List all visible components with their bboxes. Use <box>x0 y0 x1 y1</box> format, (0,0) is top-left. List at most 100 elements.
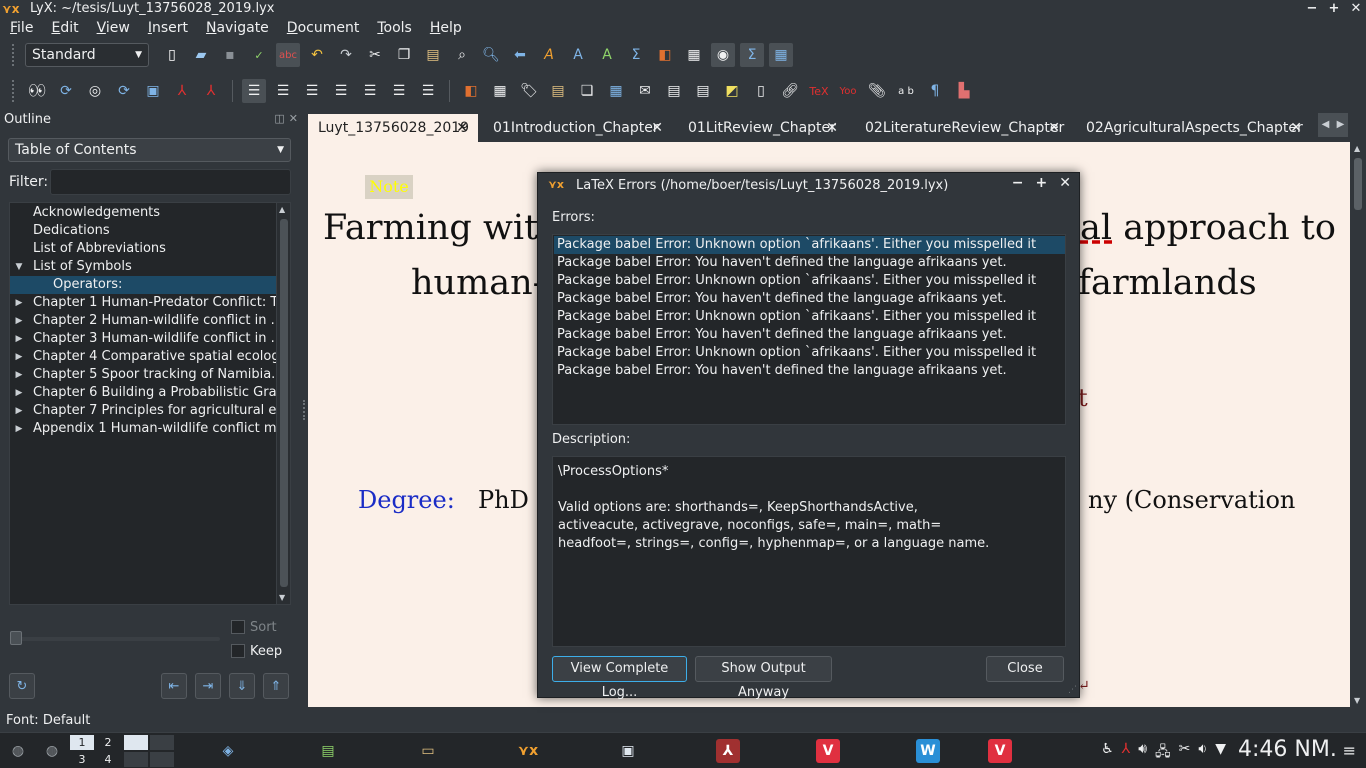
collapsed-arrow-icon[interactable]: ▶ <box>14 402 24 420</box>
view-master-icon[interactable]: ◎ <box>83 79 107 103</box>
text-style-icon[interactable]: A <box>595 43 619 67</box>
error-item[interactable]: Package babel Error: You haven't defined… <box>554 326 1065 344</box>
save-icon[interactable]: ▪ <box>218 43 242 67</box>
toggle-math-toolbar-icon[interactable]: Σ <box>740 43 764 67</box>
tree-item-chapter-4[interactable]: ▶ Chapter 4 Comparative spatial ecolog... <box>10 348 276 366</box>
note-icon[interactable]: ◩ <box>720 79 744 103</box>
globe-icon[interactable]: ◍ <box>40 739 64 763</box>
expanded-arrow-icon[interactable]: ▼ <box>14 258 24 276</box>
lyx-task-icon[interactable]: ⋎x <box>516 739 540 763</box>
menu-navigate[interactable]: Navigate <box>206 20 269 36</box>
close-tab-icon[interactable]: ✕ <box>826 114 838 142</box>
layout-combo[interactable]: Standard ▼ <box>25 43 149 67</box>
tab-scroll-left-icon[interactable]: ◀ <box>1318 113 1333 137</box>
maximize-icon[interactable]: + <box>1328 0 1340 18</box>
accessibility-icon[interactable]: ♿︎ <box>1101 741 1114 765</box>
tab-luyt-main[interactable]: Luyt_13756028_2019 ✕ <box>308 114 478 142</box>
scroll-up-icon[interactable]: ▲ <box>1354 144 1360 153</box>
minimize-icon[interactable]: − <box>1306 0 1318 18</box>
tree-item-symbols[interactable]: ▼ List of Symbols <box>10 258 276 276</box>
filter-input[interactable] <box>50 169 291 195</box>
citation-icon[interactable]: ❏ <box>575 79 599 103</box>
label-tag-icon[interactable]: 🏷︎ <box>517 79 541 103</box>
cut-icon[interactable]: ✂ <box>363 43 387 67</box>
chevron-down-icon[interactable]: ▼ <box>1215 741 1226 765</box>
tab-litreview[interactable]: 01LitReview_Chapter ✕ <box>678 114 848 142</box>
vivaldi-icon-2[interactable]: V <box>988 739 1012 763</box>
scroll-down-icon[interactable]: ▼ <box>1354 696 1360 705</box>
noun-icon[interactable]: A <box>566 43 590 67</box>
close-button[interactable]: Close <box>986 656 1064 682</box>
error-item[interactable]: Package babel Error: You haven't defined… <box>554 362 1065 380</box>
description-text-area[interactable]: \ProcessOptions* Valid options are: shor… <box>552 456 1066 647</box>
align-left-icon[interactable]: ☰ <box>242 79 266 103</box>
bookmark-icon[interactable]: ▙ <box>952 79 976 103</box>
find-replace-icon[interactable]: ⌕ <box>450 43 474 67</box>
app-launcher-icon[interactable]: ◍ <box>6 739 30 763</box>
desktop-2[interactable]: 2 <box>96 735 120 750</box>
move-down-icon[interactable]: ⇓ <box>229 673 255 699</box>
hamburger-menu-icon[interactable]: ≡ <box>1343 741 1356 760</box>
book-icon[interactable]: ▤ <box>316 739 340 763</box>
software-center-icon[interactable]: ◈ <box>216 739 240 763</box>
scroll-down-icon[interactable]: ▼ <box>279 593 285 602</box>
collapsed-arrow-icon[interactable]: ▶ <box>14 420 24 438</box>
emphasis-icon[interactable]: A <box>537 43 561 67</box>
float-panel-icon[interactable]: ◫ <box>274 112 284 125</box>
menu-file[interactable]: File <box>10 20 33 36</box>
document-viewer-icon[interactable]: ▣ <box>616 739 640 763</box>
export-icon[interactable]: ▣ <box>141 79 165 103</box>
clock[interactable]: 4:46 NM. <box>1238 737 1337 762</box>
scrollbar-thumb[interactable] <box>280 219 288 587</box>
desktop-1[interactable]: 1 <box>70 735 94 750</box>
desktop-3[interactable]: 3 <box>70 752 94 767</box>
tree-item-acknowledgements[interactable]: Acknowledgements <box>10 204 276 222</box>
depth-slider-handle[interactable] <box>10 631 22 645</box>
vivaldi-icon[interactable]: V <box>816 739 840 763</box>
open-folder-icon[interactable]: ▰ <box>189 43 213 67</box>
file-manager-icon[interactable]: ▭ <box>416 739 440 763</box>
minimize-icon[interactable]: − <box>1012 175 1024 191</box>
menu-help[interactable]: Help <box>430 20 462 36</box>
toggle-table-toolbar-icon[interactable]: ▦ <box>769 43 793 67</box>
marginal-note-icon[interactable]: ▤ <box>691 79 715 103</box>
tex-inline-icon[interactable]: Yoo <box>836 79 860 103</box>
collapsed-arrow-icon[interactable]: ▶ <box>14 330 24 348</box>
tree-item-dedications[interactable]: Dedications <box>10 222 276 240</box>
virtual-desktop-pager[interactable]: 1 2 3 4 <box>70 735 174 767</box>
toolbar-grip-2[interactable] <box>12 80 16 102</box>
tree-item-appendix-1[interactable]: ▶ Appendix 1 Human-wildlife conflict m... <box>10 420 276 438</box>
copy-icon[interactable]: ❐ <box>392 43 416 67</box>
redo-icon[interactable]: ↷ <box>334 43 358 67</box>
close-window-icon[interactable]: ✕ <box>1350 0 1362 18</box>
pdf-tray-icon[interactable]: ⅄ <box>1122 741 1131 765</box>
tree-item-chapter-6[interactable]: ▶ Chapter 6 Building a Probabilistic Gra.… <box>10 384 276 402</box>
box-icon[interactable]: ▯ <box>749 79 773 103</box>
resize-grip-icon[interactable]: ⋰ <box>1068 685 1077 695</box>
promote-icon[interactable]: ⇤ <box>161 673 187 699</box>
desktop-6[interactable] <box>150 735 174 750</box>
tree-item-chapter-3[interactable]: ▶ Chapter 3 Human-wildlife conflict in ..… <box>10 330 276 348</box>
collapsed-arrow-icon[interactable]: ▶ <box>14 384 24 402</box>
menu-tools[interactable]: Tools <box>377 20 412 36</box>
audio-icon[interactable]: 🔉︎ <box>1198 741 1207 765</box>
note-inset[interactable]: Note <box>365 175 413 199</box>
cross-reference-icon[interactable]: ▤ <box>546 79 570 103</box>
new-document-icon[interactable]: ▯ <box>160 43 184 67</box>
toc-type-combo[interactable]: Table of Contents ▼ <box>8 138 291 162</box>
error-item[interactable]: Package babel Error: Unknown option `afr… <box>554 344 1065 362</box>
view-complete-log-button[interactable]: View Complete Log... <box>552 656 687 700</box>
paragraph-icon[interactable]: ¶ <box>923 79 947 103</box>
attach-icon[interactable]: 📎︎ <box>865 79 889 103</box>
paste-icon[interactable]: ▤ <box>421 43 445 67</box>
volume-icon[interactable]: 🔊︎ <box>1138 741 1147 765</box>
footnote-icon[interactable]: ▤ <box>662 79 686 103</box>
toolbar-grip[interactable] <box>12 44 16 66</box>
indent-decrease-icon[interactable]: ☰ <box>358 79 382 103</box>
insert-grid-icon[interactable]: ▦ <box>488 79 512 103</box>
character-style-icon[interactable]: a b <box>894 79 918 103</box>
close-tab-icon[interactable]: ✕ <box>456 114 468 142</box>
undo-icon[interactable]: ↶ <box>305 43 329 67</box>
panel-splitter[interactable] <box>303 400 306 420</box>
desktop-7[interactable] <box>124 752 148 767</box>
